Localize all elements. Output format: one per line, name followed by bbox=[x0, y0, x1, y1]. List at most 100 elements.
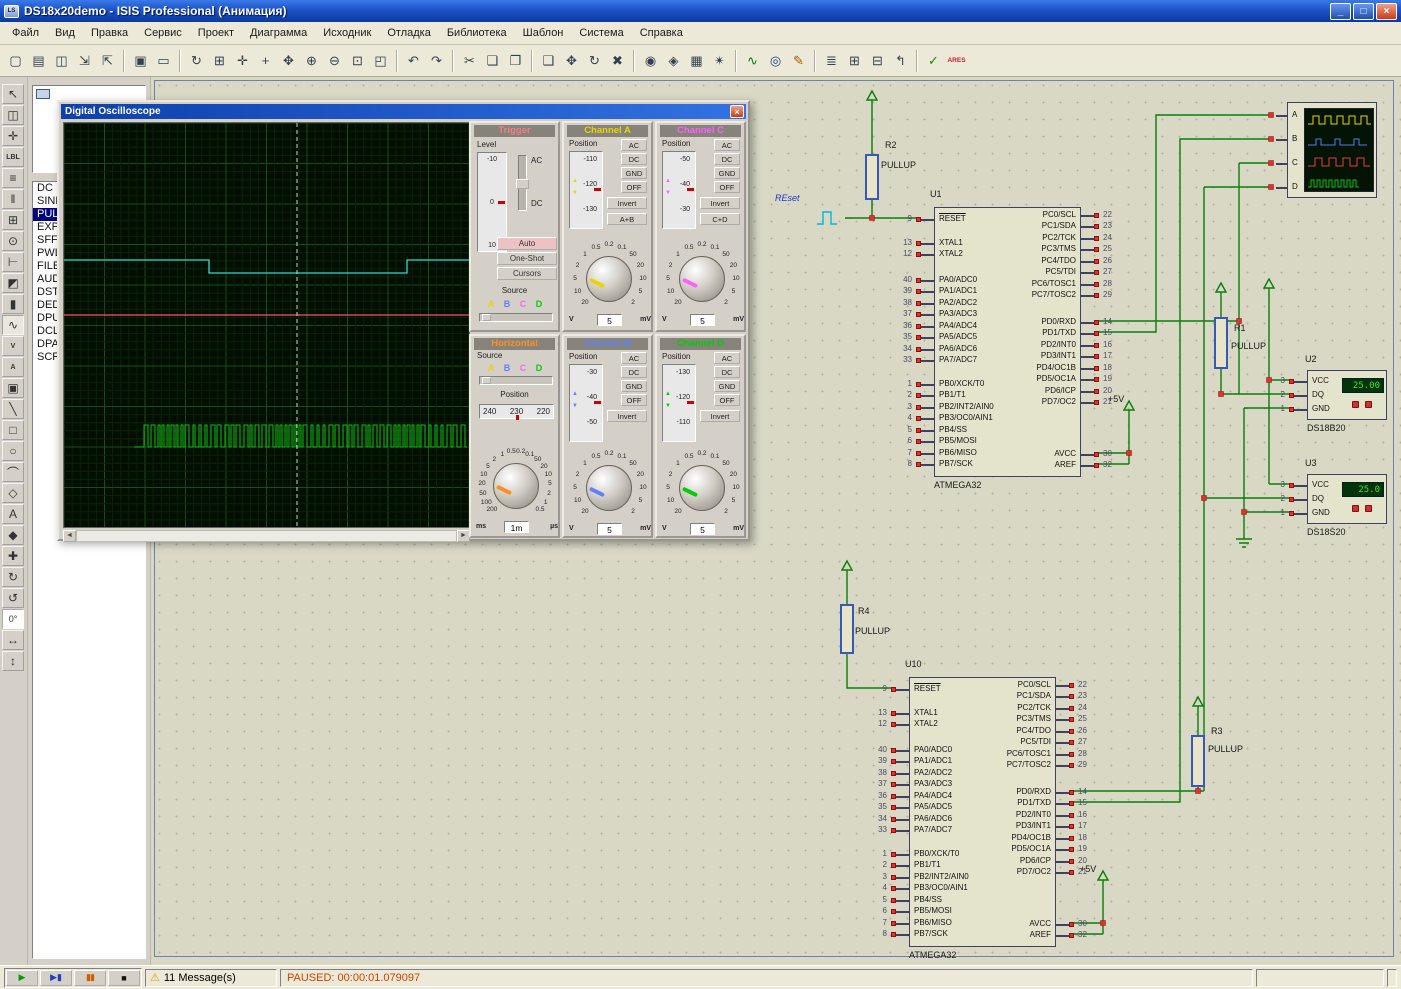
toolbar-save-file[interactable]: ◫ bbox=[50, 49, 73, 72]
stop-button[interactable]: ■ bbox=[108, 970, 140, 986]
channel-B-invert-button[interactable]: Invert bbox=[607, 410, 647, 422]
toolbar-pan[interactable]: ✥ bbox=[277, 49, 300, 72]
channel-C-dial[interactable] bbox=[679, 256, 725, 302]
trigger-auto-button[interactable]: Auto bbox=[497, 237, 557, 250]
channel-A-dial[interactable] bbox=[586, 256, 632, 302]
toolbar-block-rotate[interactable]: ↻ bbox=[583, 49, 606, 72]
toolbar-wire-autorouter[interactable]: ∿ bbox=[741, 49, 764, 72]
toolbar-property-assignment[interactable]: ✎ bbox=[787, 49, 810, 72]
channel-A-position-down[interactable]: ▼ bbox=[572, 190, 578, 197]
menu-item-Диаграмма[interactable]: Диаграмма bbox=[242, 24, 315, 42]
message-status[interactable]: ⚠ 11 Message(s) bbox=[145, 969, 277, 987]
tool-current-probe-mode[interactable]: A bbox=[2, 357, 24, 377]
channel-C-invert-button[interactable]: Invert bbox=[700, 197, 740, 209]
tool-mirror-vertical[interactable]: ↕ bbox=[2, 651, 24, 671]
component-u10[interactable]: 9RESET13XTAL112XTAL240PA0/ADC039PA1/ADC1… bbox=[909, 677, 1056, 947]
tool-box-graphic-mode[interactable]: □ bbox=[2, 420, 24, 440]
pause-button[interactable]: ▮▮ bbox=[74, 970, 106, 986]
menu-item-Файл[interactable]: Файл bbox=[4, 24, 47, 42]
toolbar-design-explorer[interactable]: ≣ bbox=[820, 49, 843, 72]
component-u1[interactable]: 9RESET13XTAL112XTAL240PA0/ADC039PA1/ADC1… bbox=[934, 207, 1081, 477]
channel-C-gnd-button[interactable]: GND bbox=[714, 167, 740, 179]
toolbar-zoom-out[interactable]: ⊖ bbox=[323, 49, 346, 72]
toolbar-decompose[interactable]: ✴ bbox=[708, 49, 731, 72]
menu-item-Правка[interactable]: Правка bbox=[83, 24, 136, 42]
tool-selection-mode[interactable]: ↖ bbox=[2, 84, 24, 104]
channel-A-sum-button[interactable]: A+B bbox=[607, 213, 647, 225]
component-r3[interactable] bbox=[1191, 735, 1205, 787]
coupling-handle[interactable] bbox=[516, 179, 529, 189]
toolbar-mark-output-area[interactable]: ▭ bbox=[152, 49, 175, 72]
toolbar-redraw[interactable]: ↻ bbox=[185, 49, 208, 72]
toolbar-goto-cursor[interactable]: + bbox=[254, 49, 277, 72]
label-reset-generator[interactable]: REset bbox=[775, 193, 800, 203]
toolbar-copy[interactable]: ❏ bbox=[481, 49, 504, 72]
toolbar-open-file[interactable]: ▤ bbox=[27, 49, 50, 72]
toolbar-remove-sheet[interactable]: ⊟ bbox=[866, 49, 889, 72]
source-channel-D[interactable]: D bbox=[531, 299, 547, 309]
tool-voltage-probe-mode[interactable]: V bbox=[2, 336, 24, 356]
tool-marker-graphic-mode[interactable]: ✚ bbox=[2, 546, 24, 566]
component-u3[interactable]: 25.0 3VCC2DQ1GND bbox=[1307, 474, 1387, 524]
channel-A-position-up[interactable]: ▲ bbox=[572, 178, 578, 185]
source-channel-B[interactable]: B bbox=[499, 363, 515, 373]
tool-wire-label-mode[interactable]: LBL bbox=[2, 147, 24, 167]
channel-B-position-slider[interactable]: -30-40-50▲▼ bbox=[569, 364, 603, 442]
channel-D-position-slider[interactable]: -130-120-110▲▼ bbox=[662, 364, 696, 442]
toolbar-toggle-grid[interactable]: ⊞ bbox=[208, 49, 231, 72]
channel-B-gnd-button[interactable]: GND bbox=[621, 380, 647, 392]
toolbar-new-file[interactable]: ▢ bbox=[4, 49, 27, 72]
oscilloscope-close-button[interactable]: × bbox=[730, 105, 744, 118]
channel-C-sum-button[interactable]: C+D bbox=[700, 213, 740, 225]
channel-B-dc-button[interactable]: DC bbox=[621, 366, 647, 378]
tool-component-mode[interactable]: ◫ bbox=[2, 105, 24, 125]
tool-generator-mode[interactable]: ∿ bbox=[2, 315, 24, 335]
play-button[interactable]: ▶ bbox=[6, 970, 38, 986]
channel-C-ac-button[interactable]: AC bbox=[714, 139, 740, 151]
toolbar-undo[interactable]: ↶ bbox=[402, 49, 425, 72]
tool-line-graphic-mode[interactable]: ╲ bbox=[2, 399, 24, 419]
channel-D-dial[interactable] bbox=[679, 465, 725, 511]
trigger-cursors-button[interactable]: Cursors bbox=[497, 267, 557, 280]
tool-text-graphic-mode[interactable]: A bbox=[2, 504, 24, 524]
trigger-source-slider[interactable] bbox=[479, 313, 553, 322]
toolbar-electrical-rules-check[interactable]: ✓ bbox=[922, 49, 945, 72]
toolbar-search-tag[interactable]: ◎ bbox=[764, 49, 787, 72]
channel-D-ac-button[interactable]: AC bbox=[714, 352, 740, 364]
trigger-one-shot-button[interactable]: One-Shot bbox=[497, 252, 557, 265]
toolbar-print[interactable]: ▣ bbox=[129, 49, 152, 72]
component-r2[interactable] bbox=[865, 154, 879, 200]
menu-item-Сервис[interactable]: Сервис bbox=[136, 24, 190, 42]
toolbar-netlist-to-ares[interactable]: ARES bbox=[945, 49, 968, 72]
tool-mirror-horizontal[interactable]: ↔ bbox=[2, 630, 24, 650]
step-button[interactable]: ▶▮ bbox=[40, 970, 72, 986]
menu-item-Шаблон[interactable]: Шаблон bbox=[515, 24, 572, 42]
component-oscilloscope[interactable]: ABCD bbox=[1287, 102, 1377, 198]
channel-D-gnd-button[interactable]: GND bbox=[714, 380, 740, 392]
toolbar-export-section[interactable]: ⇱ bbox=[96, 49, 119, 72]
horizontal-source-knob[interactable] bbox=[482, 377, 491, 384]
menu-item-Справка[interactable]: Справка bbox=[632, 24, 691, 42]
tool-path-graphic-mode[interactable]: ◇ bbox=[2, 483, 24, 503]
component-u2[interactable]: 25.00 3VCC2DQ1GND bbox=[1307, 370, 1387, 420]
toolbar-paste[interactable]: ❐ bbox=[504, 49, 527, 72]
oscilloscope-titlebar[interactable]: Digital Oscilloscope × bbox=[61, 104, 746, 119]
tool-rotate-clockwise[interactable]: ↻ bbox=[2, 567, 24, 587]
scroll-track[interactable] bbox=[76, 530, 457, 542]
channel-C-position-up[interactable]: ▲ bbox=[665, 178, 671, 185]
toolbar-zoom-area[interactable]: ◰ bbox=[369, 49, 392, 72]
minimize-button[interactable]: _ bbox=[1330, 3, 1351, 20]
toolbar-make-device[interactable]: ◈ bbox=[662, 49, 685, 72]
tool-symbol-graphic-mode[interactable]: ◆ bbox=[2, 525, 24, 545]
channel-C-position-slider[interactable]: -50-40-30▲▼ bbox=[662, 151, 696, 229]
source-channel-B[interactable]: B bbox=[499, 299, 515, 309]
tool-rotate-anticlockwise[interactable]: ↺ bbox=[2, 588, 24, 608]
horizontal-position-slider[interactable]: 240 230 220 bbox=[479, 404, 554, 419]
channel-B-ac-button[interactable]: AC bbox=[621, 352, 647, 364]
tool-device-pin-mode[interactable]: ⊢ bbox=[2, 252, 24, 272]
horizontal-dial[interactable] bbox=[493, 463, 539, 509]
channel-C-position-down[interactable]: ▼ bbox=[665, 190, 671, 197]
tool-angle-display[interactable]: 0° bbox=[2, 609, 24, 629]
channel-B-dial[interactable] bbox=[586, 465, 632, 511]
toolbar-cut[interactable]: ✂ bbox=[458, 49, 481, 72]
